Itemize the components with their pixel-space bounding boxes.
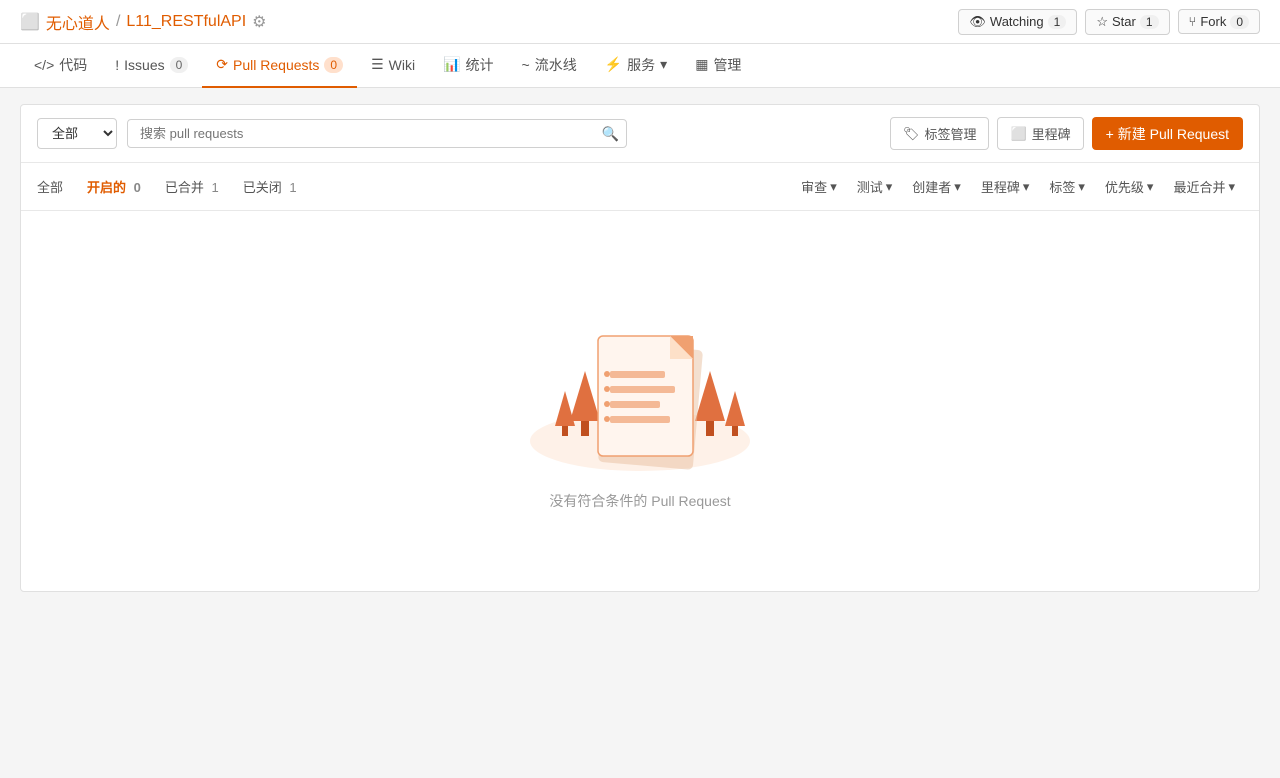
chevron-down-icon: ▾ xyxy=(1147,179,1154,195)
pipeline-label: 流水线 xyxy=(535,55,577,75)
tab-manage[interactable]: ▦ 管理 xyxy=(681,44,755,88)
filter-tab-merged[interactable]: 已合并 1 xyxy=(153,173,231,200)
fork-icon: ⑂ xyxy=(1189,14,1197,29)
issues-label: Issues xyxy=(124,57,164,73)
filter-test-dropdown[interactable]: 测试 ▾ xyxy=(849,173,901,200)
fork-label: Fork xyxy=(1200,14,1226,29)
pr-toolbar: 全部 🔍 🏷 标签管理 ⬜ 里程碑 + 新建 Pull Request xyxy=(21,105,1259,163)
chevron-down-icon: ▾ xyxy=(830,179,837,195)
chevron-down-icon: ▾ xyxy=(954,179,961,195)
repo-icon: ⬜ xyxy=(20,12,40,32)
toolbar-right: 🏷 标签管理 ⬜ 里程碑 + 新建 Pull Request xyxy=(890,117,1243,150)
fork-button[interactable]: ⑂ Fork 0 xyxy=(1178,9,1261,34)
empty-message: 没有符合条件的 Pull Request xyxy=(549,491,730,511)
main-content: 全部 🔍 🏷 标签管理 ⬜ 里程碑 + 新建 Pull Request 全部 开… xyxy=(20,104,1260,592)
wiki-icon: ☰ xyxy=(371,56,384,73)
filter-merged-count: 1 xyxy=(212,180,219,195)
tab-stats[interactable]: 📊 统计 xyxy=(429,44,507,88)
filter-milestone-label: 里程碑 xyxy=(981,177,1020,196)
eye-icon: 👁 xyxy=(969,14,986,30)
empty-illustration xyxy=(510,271,770,471)
services-icon: ⚡ xyxy=(605,56,622,73)
watching-label: Watching xyxy=(990,14,1044,29)
services-label: 服务 xyxy=(627,55,655,75)
repo-actions: 👁 Watching 1 ☆ Star 1 ⑂ Fork 0 xyxy=(958,9,1260,35)
milestone-label: 里程碑 xyxy=(1032,124,1071,143)
star-icon: ☆ xyxy=(1096,14,1108,30)
filter-milestone-dropdown[interactable]: 里程碑 ▾ xyxy=(973,173,1038,200)
tab-pulls[interactable]: ⟳ Pull Requests 0 xyxy=(202,44,357,88)
filter-tab-all[interactable]: 全部 xyxy=(37,173,75,200)
repo-title: ⬜ 无心道人 / L11_RESTfulAPI ⚙ xyxy=(20,10,267,34)
filter-recent-merge-label: 最近合并 xyxy=(1173,177,1225,196)
milestone-button[interactable]: ⬜ 里程碑 xyxy=(997,117,1083,150)
watching-count: 1 xyxy=(1048,15,1067,29)
tab-issues[interactable]: ! Issues 0 xyxy=(101,44,202,88)
filter-open-count: 0 xyxy=(134,180,141,195)
filter-priority-label: 优先级 xyxy=(1105,177,1144,196)
nav-tabs: </> 代码 ! Issues 0 ⟳ Pull Requests 0 ☰ Wi… xyxy=(0,44,1280,88)
filter-tab-open[interactable]: 开启的 0 xyxy=(75,173,153,200)
search-box: 🔍 xyxy=(127,119,627,148)
repo-name-link[interactable]: L11_RESTfulAPI xyxy=(126,13,246,31)
filter-tags-dropdown[interactable]: 标签 ▾ xyxy=(1041,173,1093,200)
tab-code[interactable]: </> 代码 xyxy=(20,44,101,88)
filter-closed-count: 1 xyxy=(289,180,296,195)
milestone-icon: ⬜ xyxy=(1010,126,1026,142)
star-count: 1 xyxy=(1140,15,1159,29)
chevron-down-icon: ▾ xyxy=(1228,179,1235,195)
filter-review-label: 审查 xyxy=(801,177,827,196)
issues-icon: ! xyxy=(115,57,119,73)
filter-creator-label: 创建者 xyxy=(912,177,951,196)
top-header: ⬜ 无心道人 / L11_RESTfulAPI ⚙ 👁 Watching 1 ☆… xyxy=(0,0,1280,44)
filter-closed-label: 已关闭 xyxy=(243,180,282,195)
empty-state: 没有符合条件的 Pull Request xyxy=(21,211,1259,591)
new-pr-label: + 新建 Pull Request xyxy=(1106,124,1229,144)
code-icon: </> xyxy=(34,57,54,73)
filter-priority-dropdown[interactable]: 优先级 ▾ xyxy=(1097,173,1162,200)
chevron-down-icon: ▾ xyxy=(886,179,893,195)
chevron-down-icon: ▾ xyxy=(660,56,667,73)
pipeline-icon: ~ xyxy=(522,57,530,73)
filter-tab-closed[interactable]: 已关闭 1 xyxy=(231,173,309,200)
filter-right: 审查 ▾ 测试 ▾ 创建者 ▾ 里程碑 ▾ 标签 ▾ 优先级 ▾ xyxy=(793,173,1243,200)
tab-wiki[interactable]: ☰ Wiki xyxy=(357,44,429,88)
filter-creator-dropdown[interactable]: 创建者 ▾ xyxy=(904,173,969,200)
filter-merged-label: 已合并 xyxy=(165,180,204,195)
search-button[interactable]: 🔍 xyxy=(602,125,619,142)
filter-tabs: 全部 开启的 0 已合并 1 已关闭 1 审查 ▾ 测试 ▾ 创建者 ▾ xyxy=(21,163,1259,211)
search-input[interactable] xyxy=(127,119,627,148)
tab-services[interactable]: ⚡ 服务 ▾ xyxy=(591,44,681,88)
filter-open-label: 开启的 xyxy=(87,180,126,195)
manage-icon: ▦ xyxy=(695,56,708,73)
watching-button[interactable]: 👁 Watching 1 xyxy=(958,9,1077,35)
pulls-label: Pull Requests xyxy=(233,57,319,73)
star-label: Star xyxy=(1112,14,1136,29)
filter-recent-merge-dropdown[interactable]: 最近合并 ▾ xyxy=(1165,173,1243,200)
pulls-count: 0 xyxy=(324,57,343,73)
tags-manage-label: 标签管理 xyxy=(924,124,976,143)
tags-manage-button[interactable]: 🏷 标签管理 xyxy=(890,117,990,150)
wiki-label: Wiki xyxy=(389,57,415,73)
tag-icon: 🏷 xyxy=(903,126,920,142)
stats-label: 统计 xyxy=(466,55,494,75)
chevron-down-icon: ▾ xyxy=(1023,179,1030,195)
chevron-down-icon: ▾ xyxy=(1078,179,1085,195)
gear-icon[interactable]: ⚙ xyxy=(252,12,266,32)
tab-pipeline[interactable]: ~ 流水线 xyxy=(508,44,591,88)
manage-label: 管理 xyxy=(713,55,741,75)
repo-separator: / xyxy=(116,13,120,31)
star-button[interactable]: ☆ Star 1 xyxy=(1085,9,1169,35)
code-label: 代码 xyxy=(59,55,87,75)
pulls-icon: ⟳ xyxy=(216,56,228,73)
stats-icon: 📊 xyxy=(443,56,460,73)
filter-test-label: 测试 xyxy=(857,177,883,196)
filter-review-dropdown[interactable]: 审查 ▾ xyxy=(793,173,845,200)
fork-count: 0 xyxy=(1230,15,1249,29)
filter-select[interactable]: 全部 xyxy=(37,118,117,149)
repo-user-link[interactable]: 无心道人 xyxy=(46,10,110,34)
issues-count: 0 xyxy=(170,57,189,73)
new-pr-button[interactable]: + 新建 Pull Request xyxy=(1092,117,1243,150)
filter-tags-label: 标签 xyxy=(1049,177,1075,196)
